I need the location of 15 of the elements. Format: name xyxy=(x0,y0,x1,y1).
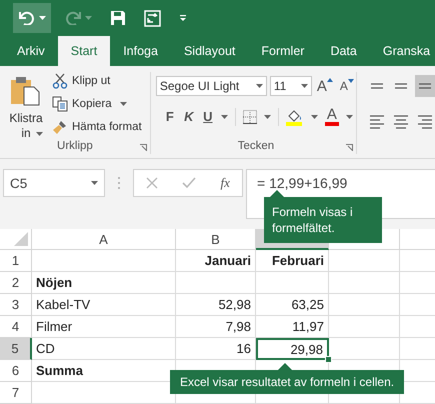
callout-tooltip: Formeln visas i formelfältet. xyxy=(264,197,382,243)
table-cell: 63,25 xyxy=(256,294,329,316)
table-cell: 11,97 xyxy=(256,316,329,338)
table-cell: Januari xyxy=(176,250,256,272)
table-cell: Februari xyxy=(256,250,329,272)
group-label: Urklipp xyxy=(57,140,93,152)
table-cell: CD xyxy=(32,338,176,360)
table-cell: Filmer xyxy=(32,316,176,338)
group-label: Tecken xyxy=(238,140,274,152)
table-cell: 52,98 xyxy=(176,294,256,316)
table-cell: 29,98 xyxy=(256,338,329,360)
table-cell: 7,98 xyxy=(176,316,256,338)
table-cell: Kabel-TV xyxy=(32,294,176,316)
table-cell: 16 xyxy=(176,338,256,360)
table-cell: Nöjen xyxy=(32,272,176,294)
